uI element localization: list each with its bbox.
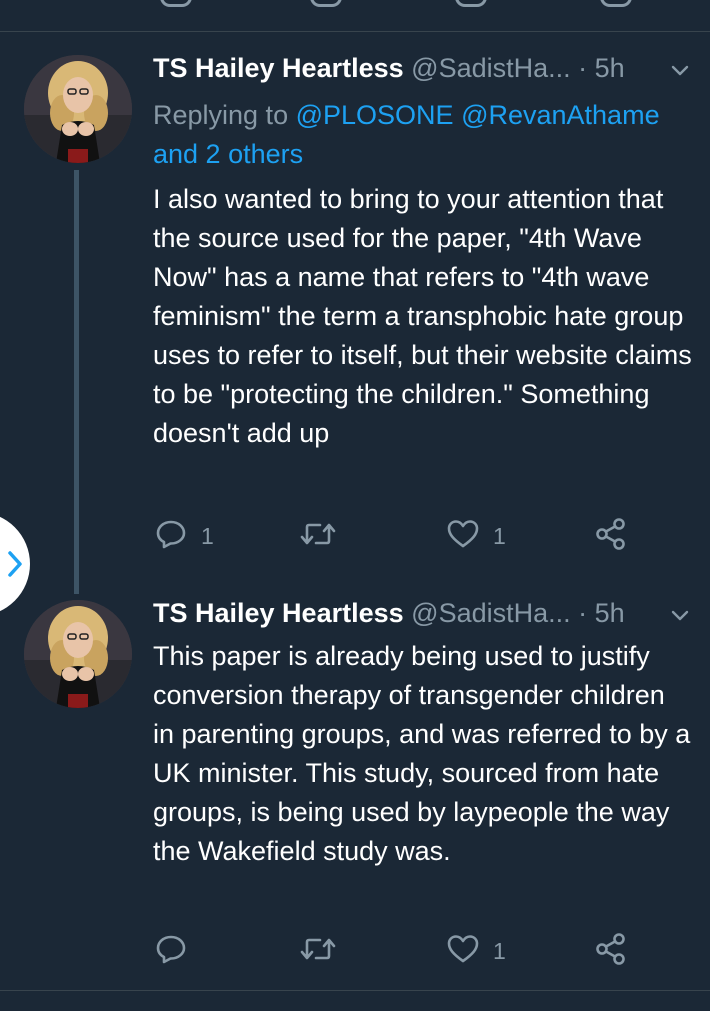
- reply-button[interactable]: 1: [153, 516, 214, 556]
- like-count: 1: [493, 522, 506, 549]
- replying-to: Replying to @PLOSONE @RevanAthame and 2 …: [153, 96, 692, 174]
- side-panel-toggle[interactable]: [0, 512, 30, 616]
- tweet-thread-page: TS Hailey Heartless @SadistHa... · 5h Re…: [0, 0, 710, 1011]
- timestamp[interactable]: 5h: [595, 598, 625, 628]
- reply-count: 1: [201, 522, 214, 549]
- previous-tweet-actions: [0, 0, 710, 30]
- tweet-header: TS Hailey Heartless @SadistHa... · 5h: [153, 595, 692, 631]
- share-button[interactable]: [593, 516, 629, 556]
- mention-others[interactable]: and 2 others: [153, 139, 303, 169]
- separator-dot: ·: [578, 53, 588, 83]
- retweet-icon: [298, 516, 338, 557]
- avatar[interactable]: [24, 600, 132, 708]
- like-icon: [445, 516, 481, 557]
- chevron-down-icon[interactable]: [668, 601, 692, 625]
- retweet-button[interactable]: [298, 516, 350, 556]
- divider: [0, 31, 710, 32]
- retweet-icon[interactable]: [310, 0, 342, 7]
- replying-to-label: Replying to: [153, 100, 289, 130]
- separator-dot: ·: [578, 598, 588, 628]
- share-button[interactable]: [593, 931, 629, 971]
- retweet-button[interactable]: [298, 931, 350, 971]
- like-icon: [445, 931, 481, 972]
- share-icon: [593, 516, 629, 557]
- avatar[interactable]: [24, 55, 132, 163]
- tweet-text: I also wanted to bring to your attention…: [153, 184, 692, 448]
- thread-line: [74, 170, 79, 594]
- author-handle[interactable]: @SadistHa...: [411, 598, 570, 628]
- tweet-header: TS Hailey Heartless @SadistHa... · 5h: [153, 50, 692, 86]
- reply-icon: [153, 516, 189, 557]
- like-button[interactable]: 1: [445, 931, 506, 971]
- author-handle[interactable]: @SadistHa...: [411, 53, 570, 83]
- like-icon[interactable]: [455, 0, 487, 7]
- tweet-actions: 1: [153, 931, 693, 971]
- mention-revanathame[interactable]: @RevanAthame: [461, 100, 660, 130]
- reply-icon[interactable]: [160, 0, 192, 7]
- author-name[interactable]: TS Hailey Heartless: [153, 598, 404, 628]
- chevron-right-icon: [6, 550, 24, 583]
- like-button[interactable]: 1: [445, 516, 506, 556]
- retweet-icon: [298, 931, 338, 972]
- timestamp[interactable]: 5h: [595, 53, 625, 83]
- like-count: 1: [493, 937, 506, 964]
- tweet-actions: 1 1: [153, 516, 693, 556]
- author-name[interactable]: TS Hailey Heartless: [153, 53, 404, 83]
- mention-plosone[interactable]: @PLOSONE: [296, 100, 454, 130]
- reply-icon: [153, 931, 189, 972]
- tweet-text: This paper is already being used to just…: [153, 641, 691, 866]
- divider: [0, 990, 710, 991]
- share-icon[interactable]: [600, 0, 632, 7]
- chevron-down-icon[interactable]: [668, 56, 692, 80]
- share-icon: [593, 931, 629, 972]
- reply-button[interactable]: [153, 931, 201, 971]
